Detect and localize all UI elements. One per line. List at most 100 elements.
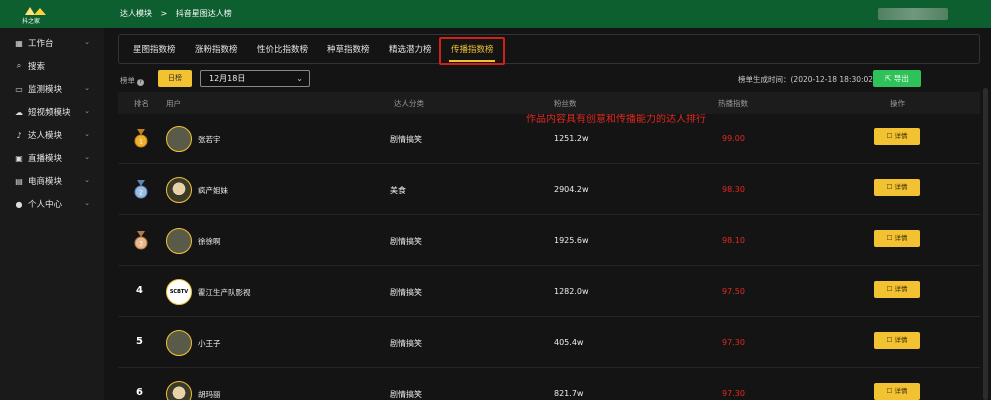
detail-button[interactable]: ☐ 详情 [874, 230, 920, 247]
avatar[interactable]: SCBTV [166, 279, 192, 305]
user-name[interactable]: 疯产姐妹 [198, 185, 228, 196]
detail-button[interactable]: ☐ 详情 [874, 383, 920, 400]
fans-cell: 821.7w [554, 389, 584, 398]
daily-rank-button[interactable]: 日榜 [158, 70, 192, 87]
export-button[interactable]: ⇱ 导出 [873, 70, 921, 87]
chevron-down-icon: ⌄ [84, 130, 90, 138]
sidebar-item-label: 短视频模块 [28, 108, 71, 118]
breadcrumb: 达人模块 > 抖音星图达人榜 [120, 8, 238, 19]
tab-1[interactable]: 涨粉指数榜 [195, 43, 238, 55]
detail-button-label: 详情 [894, 132, 908, 140]
sidebar-item-6[interactable]: ▤ 电商模块 ⌄ [0, 170, 104, 192]
category-cell: 剧情搞笑 [390, 390, 422, 399]
column-header-4: 热播指数 [718, 99, 748, 108]
sidebar-item-7[interactable]: ● 个人中心 ⌄ [0, 193, 104, 215]
sidebar-item-0[interactable]: ▦ 工作台 ⌄ [0, 32, 104, 54]
medal-icon: 2 [134, 180, 148, 199]
rank-number: 4 [136, 285, 143, 296]
detail-button-label: 详情 [894, 387, 908, 395]
avatar[interactable] [166, 330, 192, 356]
score-cell: 97.50 [722, 287, 745, 296]
dashboard-icon: ▦ [15, 38, 23, 48]
user-account-blurred[interactable] [878, 8, 948, 20]
category-cell: 剧情搞笑 [390, 135, 422, 144]
detail-button[interactable]: ☐ 详情 [874, 128, 920, 145]
column-header-5: 操作 [890, 99, 905, 108]
user-name[interactable]: 小王子 [198, 338, 221, 349]
date-select-value: 12月18日 [209, 74, 246, 83]
score-cell: 97.30 [722, 338, 745, 347]
detail-button-label: 详情 [894, 183, 908, 191]
chevron-down-icon: ⌄ [84, 38, 90, 46]
rank-number: 5 [136, 336, 143, 347]
fans-cell: 1251.2w [554, 134, 589, 143]
avatar[interactable] [166, 381, 192, 400]
category-cell: 剧情搞笑 [390, 288, 422, 297]
sidebar-item-label: 搜索 [28, 62, 46, 72]
logo-text: 抖之家 [22, 18, 41, 25]
column-header-2: 达人分类 [394, 99, 424, 108]
export-icon: ⇱ [885, 74, 892, 83]
scrollbar[interactable] [983, 88, 988, 400]
score-cell: 99.00 [722, 134, 745, 143]
tab-0[interactable]: 星图指数榜 [133, 43, 176, 55]
chevron-down-icon: ⌄ [296, 74, 303, 83]
avatar[interactable] [166, 228, 192, 254]
detail-button[interactable]: ☐ 详情 [874, 281, 920, 298]
filter-label: 榜单? [120, 75, 144, 86]
sidebar-item-5[interactable]: ▣ 直播模块 ⌄ [0, 147, 104, 169]
tab-2[interactable]: 性价比指数榜 [257, 43, 308, 55]
user-name[interactable]: 徐徐啊 [198, 236, 221, 247]
user-name[interactable]: 胡玛丽 [198, 389, 221, 400]
table-row: 4 SCBTV 霍江生产队影视 剧情搞笑 1282.0w 97.50 ☐ 详情 [118, 267, 980, 317]
live-icon: ▣ [15, 153, 23, 163]
user-name[interactable]: 张若宇 [198, 134, 221, 145]
svg-text:1: 1 [139, 139, 143, 146]
sidebar-item-1[interactable]: ⌕ 搜索 [0, 55, 104, 77]
sidebar-item-4[interactable]: ♪ 达人模块 ⌄ [0, 124, 104, 146]
fans-cell: 1925.6w [554, 236, 589, 245]
sidebar-item-label: 电商模块 [28, 177, 63, 187]
main-content: 星图指数榜 涨粉指数榜 性价比指数榜 种草指数榜 精选潜力榜 传播指数榜 榜单? 日榜 1… [118, 34, 980, 400]
sidebar-item-label: 工作台 [28, 39, 54, 49]
search-icon: ⌕ [16, 61, 22, 70]
annotation-highlight-box [439, 37, 505, 65]
tiktok-icon: ♪ [16, 130, 22, 140]
filter-bar: 榜单? 日榜 12月18日 ⌄ 作品内容具有创意和传播能力的达人排行 榜单生成时… [118, 70, 980, 125]
avatar[interactable] [166, 177, 192, 203]
logo[interactable]: 抖之家 [22, 4, 50, 25]
detail-button-label: 详情 [894, 285, 908, 293]
table-row: 2 疯产姐妹 美食 2904.2w 98.30 ☐ 详情 [118, 165, 980, 215]
table-row: 5 小王子 剧情搞笑 405.4w 97.30 ☐ 详情 [118, 318, 980, 368]
cloud-icon: ☁ [15, 107, 23, 117]
ranking-table: 排名 用户 达人分类 粉丝数 热播指数 操作 1 张若宇 剧情搞笑 1251.2w 99.00 ☐ … [118, 92, 980, 400]
sidebar-item-2[interactable]: ▭ 监测模块 ⌄ [0, 78, 104, 100]
sidebar-item-3[interactable]: ☁ 短视频模块 ⌄ [0, 101, 104, 123]
column-header-3: 粉丝数 [554, 99, 577, 108]
generated-time: 榜单生成时间：(2020-12-18 18:30:02) [738, 75, 877, 84]
detail-button[interactable]: ☐ 详情 [874, 179, 920, 196]
filter-label-text: 榜单 [120, 76, 135, 85]
fans-cell: 2904.2w [554, 185, 589, 194]
detail-button[interactable]: ☐ 详情 [874, 332, 920, 349]
sidebar-item-label: 监测模块 [28, 85, 63, 95]
user-name[interactable]: 霍江生产队影视 [198, 287, 251, 298]
top-bar: 抖之家 达人模块 > 抖音星图达人榜 [0, 0, 991, 28]
score-cell: 98.10 [722, 236, 745, 245]
breadcrumb-separator: > [160, 9, 168, 18]
chevron-down-icon: ⌄ [84, 176, 90, 184]
medal-icon: 1 [134, 129, 148, 148]
info-icon[interactable]: ? [137, 79, 144, 86]
fans-cell: 405.4w [554, 338, 584, 347]
table-row: 3 徐徐啊 剧情搞笑 1925.6w 98.10 ☐ 详情 [118, 216, 980, 266]
date-select[interactable]: 12月18日 ⌄ [200, 70, 310, 87]
breadcrumb-item-module[interactable]: 达人模块 [120, 9, 152, 18]
column-header-1: 用户 [166, 99, 181, 108]
category-cell: 剧情搞笑 [390, 339, 422, 348]
detail-button-label: 详情 [894, 336, 908, 344]
avatar[interactable] [166, 126, 192, 152]
breadcrumb-item-current: 抖音星图达人榜 [175, 9, 232, 18]
tab-3[interactable]: 种草指数榜 [327, 43, 370, 55]
tab-4[interactable]: 精选潜力榜 [389, 43, 432, 55]
table-header: 排名 用户 达人分类 粉丝数 热播指数 操作 [118, 92, 980, 114]
